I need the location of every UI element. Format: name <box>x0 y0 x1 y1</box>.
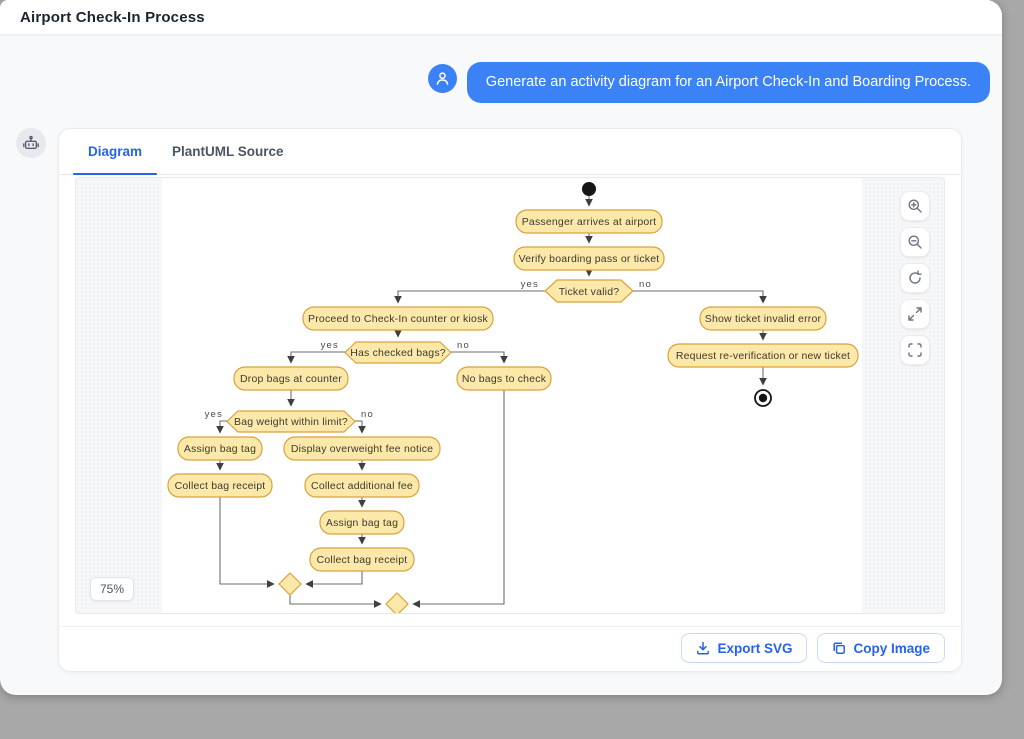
download-icon <box>696 641 710 655</box>
svg-text:Assign bag tag: Assign bag tag <box>184 443 256 455</box>
activity-node-no-bags: No bags to check <box>457 367 551 390</box>
zoom-level-badge: 75% <box>90 577 134 601</box>
initial-node <box>582 182 596 196</box>
zoom-in-button[interactable] <box>900 191 930 221</box>
diagram-canvas[interactable]: Passenger arrives at airport Verify boar… <box>162 178 862 614</box>
activity-node-overweight-notice: Display overweight fee notice <box>284 437 440 460</box>
activity-node-collect-receipt-2: Collect bag receipt <box>310 548 414 571</box>
decision-node-has-bags: Has checked bags? <box>345 342 451 363</box>
final-node <box>755 390 771 406</box>
expand-button[interactable] <box>900 299 930 329</box>
copy-image-button[interactable]: Copy Image <box>817 633 945 663</box>
activity-diagram: Passenger arrives at airport Verify boar… <box>162 178 862 614</box>
svg-text:no: no <box>457 340 470 351</box>
card-footer: Export SVG Copy Image <box>59 626 961 663</box>
tab-plantuml-source[interactable]: PlantUML Source <box>157 129 299 174</box>
diagram-viewport[interactable]: Passenger arrives at airport Verify boar… <box>75 177 945 614</box>
tab-bar: Diagram PlantUML Source <box>59 129 961 175</box>
copy-image-label: Copy Image <box>853 641 930 656</box>
svg-text:Display overweight fee notice: Display overweight fee notice <box>291 443 433 455</box>
tab-diagram[interactable]: Diagram <box>73 129 157 174</box>
decision-node-weight-limit: Bag weight within limit? <box>227 411 355 432</box>
svg-text:Collect bag receipt: Collect bag receipt <box>175 480 266 492</box>
activity-node-proceed: Proceed to Check-In counter or kiosk <box>303 307 493 330</box>
svg-text:Drop bags at counter: Drop bags at counter <box>240 373 342 385</box>
reset-icon <box>907 270 923 286</box>
svg-text:Has checked bags?: Has checked bags? <box>350 347 446 359</box>
user-message-bubble: Generate an activity diagram for an Airp… <box>467 62 990 103</box>
svg-text:Ticket valid?: Ticket valid? <box>559 286 620 298</box>
activity-node-collect-receipt-1: Collect bag receipt <box>168 474 272 497</box>
copy-icon <box>832 641 846 655</box>
app-header: Airport Check-In Process <box>0 0 1002 35</box>
merge-node-1 <box>279 573 301 595</box>
export-svg-button[interactable]: Export SVG <box>681 633 807 663</box>
activity-node-assign-tag-2: Assign bag tag <box>320 511 404 534</box>
activity-node-drop-bags: Drop bags at counter <box>234 367 348 390</box>
user-message-row: Generate an activity diagram for an Airp… <box>428 62 990 103</box>
activity-node-arrive: Passenger arrives at airport <box>516 210 662 233</box>
person-icon <box>435 71 450 86</box>
svg-text:Request re-verification or new: Request re-verification or new ticket <box>676 350 850 362</box>
fit-to-screen-icon <box>907 342 923 358</box>
svg-text:yes: yes <box>321 340 339 351</box>
robot-icon <box>22 134 40 152</box>
export-svg-label: Export SVG <box>717 641 792 656</box>
expand-icon <box>907 306 923 322</box>
activity-node-request-reverify: Request re-verification or new ticket <box>668 344 858 367</box>
user-avatar <box>428 64 457 93</box>
svg-text:Passenger arrives at airport: Passenger arrives at airport <box>522 216 657 228</box>
svg-text:No bags to check: No bags to check <box>462 373 547 385</box>
svg-text:Bag weight within limit?: Bag weight within limit? <box>234 416 348 428</box>
svg-text:no: no <box>639 279 652 290</box>
svg-text:yes: yes <box>205 409 223 420</box>
activity-node-verify: Verify boarding pass or ticket <box>514 247 664 270</box>
svg-text:Collect bag receipt: Collect bag receipt <box>317 554 408 566</box>
activity-node-assign-tag-1: Assign bag tag <box>178 437 262 460</box>
zoom-out-button[interactable] <box>900 227 930 257</box>
svg-text:Assign bag tag: Assign bag tag <box>326 517 398 529</box>
reset-view-button[interactable] <box>900 263 930 293</box>
svg-text:yes: yes <box>521 279 539 290</box>
decision-node-ticket-valid: Ticket valid? <box>545 280 633 302</box>
app-window: Airport Check-In Process Generate an act… <box>0 0 1002 695</box>
assistant-avatar <box>16 128 46 158</box>
svg-text:no: no <box>361 409 374 420</box>
fit-to-screen-button[interactable] <box>900 335 930 365</box>
zoom-in-icon <box>907 198 923 214</box>
svg-text:Collect additional fee: Collect additional fee <box>311 480 413 492</box>
page-title: Airport Check-In Process <box>20 9 205 26</box>
diagram-card: Diagram PlantUML Source <box>58 128 962 672</box>
svg-text:Show ticket invalid error: Show ticket invalid error <box>705 313 822 325</box>
activity-node-show-error: Show ticket invalid error <box>700 307 826 330</box>
zoom-out-icon <box>907 234 923 250</box>
svg-text:Verify boarding pass or ticket: Verify boarding pass or ticket <box>519 253 660 265</box>
merge-node-2 <box>386 593 408 614</box>
svg-text:Proceed to Check-In counter or: Proceed to Check-In counter or kiosk <box>308 313 488 325</box>
zoom-controls <box>900 191 930 365</box>
diagram-edges <box>220 196 763 604</box>
activity-node-collect-fee: Collect additional fee <box>305 474 419 497</box>
